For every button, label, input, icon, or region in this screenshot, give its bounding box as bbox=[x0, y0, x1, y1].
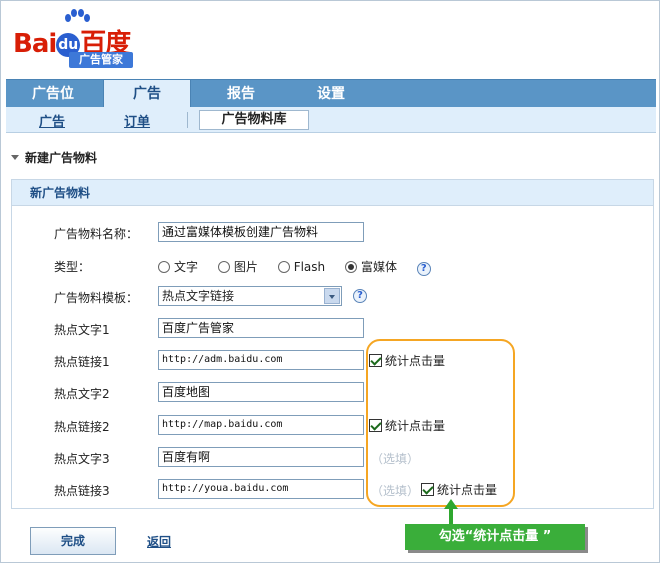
help-icon[interactable]: ? bbox=[353, 289, 367, 303]
radio-icon bbox=[158, 261, 170, 273]
form-row-name: 广告物料名称： 通过富媒体模板创建广告物料 bbox=[11, 222, 651, 244]
hottext1-label: 热点文字1 bbox=[54, 323, 110, 337]
arrow-stem bbox=[449, 507, 453, 525]
main-nav: 广告位 广告 报告 设置 bbox=[6, 79, 656, 108]
form-row-hotlink1: 热点链接1 http://adm.baidu.com 统计点击量 bbox=[11, 350, 651, 372]
hottext3-label: 热点文字3 bbox=[54, 452, 110, 466]
type-option-text[interactable]: 文字 bbox=[158, 258, 198, 275]
tab-reports[interactable]: 报告 bbox=[206, 80, 276, 108]
form-row-hotlink2: 热点链接2 http://map.baidu.com 统计点击量 bbox=[11, 415, 651, 437]
done-button[interactable]: 完成 bbox=[30, 527, 116, 555]
type-radio-group: 文字 图片 Flash 富媒体 ? bbox=[158, 258, 431, 276]
highlight-outline bbox=[366, 339, 515, 507]
subnav-library[interactable]: 广告物料库 bbox=[199, 110, 309, 130]
baidu-logo: Bai du百度 广告管家 bbox=[13, 9, 143, 71]
radio-icon bbox=[217, 261, 230, 273]
tab-ad-slots[interactable]: 广告位 bbox=[18, 80, 88, 108]
subnav-ads[interactable]: 广告 bbox=[39, 111, 65, 130]
section-title[interactable]: 新建广告物料 bbox=[11, 149, 97, 166]
subnav-divider bbox=[187, 112, 188, 128]
hottext2-label: 热点文字2 bbox=[54, 387, 110, 401]
form-row-hottext3: 热点文字3 百度有啊 （选填） bbox=[11, 447, 651, 469]
name-label: 广告物料名称： bbox=[54, 227, 139, 241]
template-select[interactable]: 热点文字链接 bbox=[158, 286, 342, 306]
type-option-image[interactable]: 图片 bbox=[217, 258, 258, 275]
hotlink2-label: 热点链接2 bbox=[54, 420, 110, 434]
form-row-hotlink3: 热点链接3 http://youa.baidu.com （选填） 统计点击量 bbox=[11, 479, 651, 501]
type-option-richmedia[interactable]: 富媒体 bbox=[344, 258, 397, 275]
hottext2-input[interactable]: 百度地图 bbox=[158, 382, 364, 402]
form-row-type: 类型： 文字 图片 Flash 富媒体 ? bbox=[11, 255, 651, 277]
panel-title: 新广告物料 bbox=[12, 180, 653, 206]
subnav-orders[interactable]: 订单 bbox=[124, 111, 150, 130]
form-row-hottext1: 热点文字1 百度广告管家 bbox=[11, 318, 651, 340]
type-option-flash[interactable]: Flash bbox=[277, 260, 325, 274]
hotlink3-label: 热点链接3 bbox=[54, 484, 110, 498]
hottext3-input[interactable]: 百度有啊 bbox=[158, 447, 364, 467]
logo-subtitle: 广告管家 bbox=[69, 52, 133, 68]
hotlink3-input[interactable]: http://youa.baidu.com bbox=[158, 479, 364, 499]
name-input[interactable]: 通过富媒体模板创建广告物料 bbox=[158, 222, 364, 242]
app-frame: Bai du百度 广告管家 广告位 广告 报告 设置 广告 订单 广告物料库 新建… bbox=[0, 0, 660, 563]
sub-nav: 广告 订单 广告物料库 bbox=[6, 107, 656, 133]
hottext1-input[interactable]: 百度广告管家 bbox=[158, 318, 364, 338]
hotlink1-input[interactable]: http://adm.baidu.com bbox=[158, 350, 364, 370]
form-row-template: 广告物料模板： 热点文字链接 ? bbox=[11, 286, 651, 308]
help-icon[interactable]: ? bbox=[416, 262, 431, 276]
type-label: 类型： bbox=[54, 260, 91, 274]
tab-settings[interactable]: 设置 bbox=[296, 80, 366, 108]
radio-icon bbox=[277, 261, 290, 273]
back-link[interactable]: 返回 bbox=[147, 533, 171, 550]
hotlink1-label: 热点链接1 bbox=[54, 355, 110, 369]
hotlink2-input[interactable]: http://map.baidu.com bbox=[158, 415, 364, 435]
tab-ads[interactable]: 广告 bbox=[103, 79, 191, 108]
callout-note: 勾选“统计点击量 ” bbox=[405, 524, 585, 550]
form-row-hottext2: 热点文字2 百度地图 bbox=[11, 382, 651, 404]
radio-selected-icon bbox=[344, 261, 357, 273]
collapse-triangle-icon bbox=[11, 155, 19, 160]
template-label: 广告物料模板： bbox=[54, 291, 139, 305]
dropdown-arrow-icon[interactable] bbox=[324, 288, 340, 304]
